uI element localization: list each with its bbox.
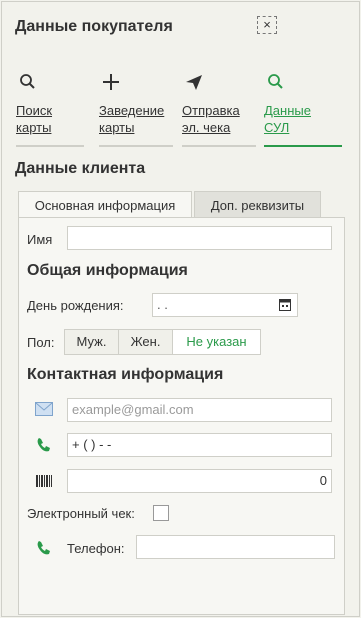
barcode-field[interactable]: 0 — [67, 469, 332, 493]
gender-label: Пол: — [27, 335, 55, 350]
nav-send-receipt-label: Отправка эл. чека — [182, 103, 240, 135]
send-icon — [186, 75, 202, 90]
nav-card-search[interactable]: Поиск карты — [16, 72, 84, 148]
phone-label: Телефон: — [67, 541, 125, 556]
plus-icon — [103, 74, 119, 90]
phone-field[interactable]: + ( ) - - — [67, 433, 332, 457]
nav-underline — [16, 145, 84, 147]
tab-main-info[interactable]: Основная информация — [18, 191, 192, 218]
gender-unspecified-button[interactable]: Не указан — [172, 329, 261, 355]
name-label: Имя — [27, 232, 53, 247]
name-field[interactable] — [67, 226, 332, 250]
nav-underline — [99, 145, 173, 147]
email-field[interactable]: example@gmail.com — [67, 398, 332, 422]
general-info-title: Общая информация — [27, 262, 188, 279]
nav-underline — [182, 145, 256, 147]
gender-female-button[interactable]: Жен. — [118, 329, 173, 355]
email-icon — [35, 402, 53, 416]
barcode-icon — [36, 475, 52, 487]
contact-info-title: Контактная информация — [27, 366, 224, 383]
tab-extra-details[interactable]: Доп. реквизиты — [194, 191, 321, 218]
nav-underline-active — [264, 145, 342, 147]
nav-card-create-label: Заведение карты — [99, 103, 165, 135]
nav-send-receipt[interactable]: Отправка эл. чека — [182, 72, 256, 148]
calendar-icon[interactable] — [279, 298, 291, 311]
phone-icon — [37, 541, 50, 555]
birthday-value: . . — [157, 297, 168, 312]
phone-icon — [37, 438, 50, 452]
nav-card-search-label: Поиск карты — [16, 103, 53, 135]
receipt-phone-field[interactable] — [136, 535, 335, 559]
close-button[interactable]: × — [257, 16, 277, 34]
panel-title: Данные покупателя — [15, 18, 173, 35]
search-icon — [268, 74, 283, 89]
customer-data-panel: Данные покупателя × Поиск карты Заведени… — [1, 1, 360, 617]
client-data-title: Данные клиента — [15, 160, 146, 177]
nav-sul-data[interactable]: Данные СУЛ — [264, 72, 342, 148]
search-icon — [20, 74, 35, 89]
echeck-checkbox[interactable] — [153, 505, 169, 521]
gender-male-button[interactable]: Муж. — [64, 329, 119, 355]
birthday-label: День рождения: — [27, 298, 124, 313]
birthday-field[interactable]: . . — [152, 293, 298, 317]
nav-sul-data-label: Данные СУЛ — [264, 103, 311, 135]
nav-card-create[interactable]: Заведение карты — [99, 72, 173, 148]
echeck-label: Электронный чек: — [27, 506, 135, 521]
